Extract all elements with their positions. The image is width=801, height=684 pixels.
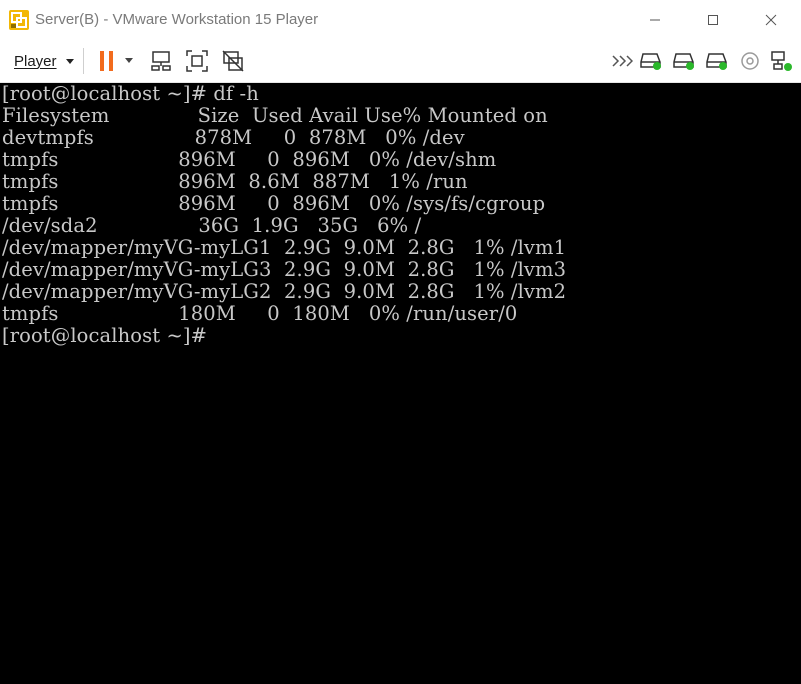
player-toolbar: Player <box>0 40 801 83</box>
terminal-line: /dev/mapper/myVG-myLG1 2.9G 9.0M 2.8G 1%… <box>2 236 567 259</box>
close-button[interactable] <box>742 0 800 40</box>
close-icon <box>765 14 777 26</box>
pause-icon <box>100 51 113 71</box>
chevron-down-icon <box>125 58 133 63</box>
terminal-line: /dev/sda2 36G 1.9G 35G 6% / <box>2 214 422 237</box>
hdd-icon <box>706 53 727 70</box>
title-bar[interactable]: Server(B) - VMware Workstation 15 Player <box>0 0 801 40</box>
terminal-line: /dev/mapper/myVG-myLG3 2.9G 9.0M 2.8G 1%… <box>2 258 567 281</box>
player-menu-label: Player <box>14 52 57 70</box>
pause-dropdown-button[interactable] <box>120 49 138 73</box>
minimize-button[interactable] <box>626 0 684 40</box>
cd-icon <box>741 52 759 70</box>
vmware-player-window: Server(B) - VMware Workstation 15 Player… <box>0 0 801 684</box>
terminal-line: tmpfs 896M 0 896M 0% /sys/fs/cgroup <box>2 192 546 215</box>
vmware-app-icon <box>9 10 29 30</box>
send-ctrl-alt-del-button[interactable] <box>148 49 174 73</box>
minimize-icon <box>650 19 660 21</box>
terminal-line: tmpfs 896M 0 896M 0% /dev/shm <box>2 148 497 171</box>
terminal-line: [root@localhost ~]# df -h <box>2 83 259 105</box>
window-title: Server(B) - VMware Workstation 15 Player <box>35 11 319 28</box>
hard-disk-3-button[interactable] <box>704 49 730 73</box>
terminal-prompt: [root@localhost ~]# <box>2 324 208 347</box>
terminal-line: devtmpfs 878M 0 878M 0% /dev <box>2 126 465 149</box>
maximize-icon <box>708 15 718 25</box>
hdd-icon <box>640 53 661 70</box>
chevron-down-icon <box>65 58 74 64</box>
hard-disk-1-button[interactable] <box>638 49 664 73</box>
fit-guest-button[interactable] <box>184 49 210 73</box>
cd-dvd-button[interactable] <box>737 49 763 73</box>
network-adapter-button[interactable] <box>768 49 794 73</box>
more-devices-icon <box>612 55 633 67</box>
more-devices-button[interactable] <box>609 49 635 73</box>
hard-disk-2-button[interactable] <box>671 49 697 73</box>
terminal-output: [root@localhost ~]# df -h Filesystem Siz… <box>2 83 566 347</box>
vm-console-screen[interactable]: [root@localhost ~]# df -h Filesystem Siz… <box>0 83 801 684</box>
unity-button[interactable] <box>220 49 246 73</box>
player-menu-button[interactable]: Player <box>14 50 74 72</box>
fit-guest-icon <box>186 50 208 72</box>
terminal-line: tmpfs 896M 8.6M 887M 1% /run <box>2 170 468 193</box>
terminal-line: tmpfs 180M 0 180M 0% /run/user/0 <box>2 302 518 325</box>
terminal-line: /dev/mapper/myVG-myLG2 2.9G 9.0M 2.8G 1%… <box>2 280 567 303</box>
hdd-icon <box>673 53 694 70</box>
pause-button[interactable] <box>94 49 120 73</box>
unity-icon <box>222 50 244 72</box>
terminal-line: Filesystem Size Used Avail Use% Mounted … <box>2 104 548 127</box>
network-icon <box>771 51 792 71</box>
toolbar-divider <box>83 48 84 74</box>
maximize-button[interactable] <box>684 0 742 40</box>
send-ctrl-alt-del-icon <box>151 51 171 71</box>
